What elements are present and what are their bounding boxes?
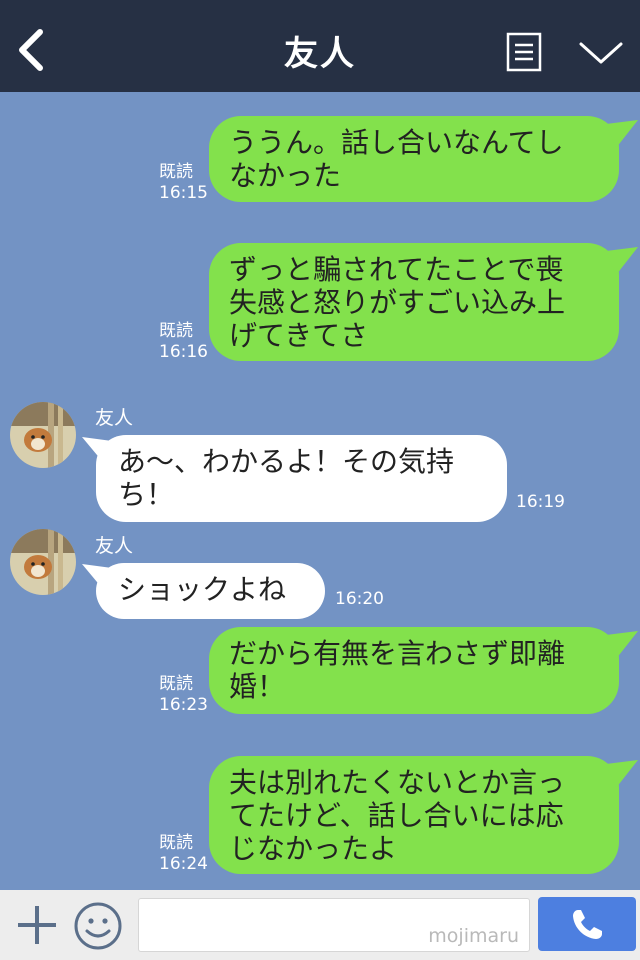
read-status: 既読 xyxy=(159,833,193,853)
read-status: 既読 xyxy=(159,674,193,694)
bubble-tail xyxy=(606,760,638,788)
bubble-tail xyxy=(606,120,638,148)
message-time: 16:19 xyxy=(516,492,565,512)
message-line: 婚！ xyxy=(229,670,286,703)
smiley-icon[interactable] xyxy=(73,901,123,951)
chat-title: 友人 xyxy=(284,34,356,74)
watermark: mojimaru xyxy=(428,925,519,947)
message-line: なかった xyxy=(229,159,342,192)
outgoing-message[interactable]: ううん。話し合いなんてし なかった xyxy=(209,116,619,202)
chat-header: 友人 xyxy=(0,0,640,92)
outgoing-message[interactable]: ずっと騙されてたことで喪 失感と怒りがすごい込み上 げてきてさ xyxy=(209,243,619,361)
sender-name: 友人 xyxy=(95,535,134,557)
incoming-message[interactable]: あ〜、わかるよ！その気持 ち！ xyxy=(96,435,507,522)
sender-name: 友人 xyxy=(95,407,134,429)
plus-icon[interactable] xyxy=(16,904,58,946)
read-receipt: 既読 16:23 xyxy=(159,674,208,716)
message-line: ショックよね xyxy=(118,573,287,606)
outgoing-message[interactable]: だから有無を言わさず即離 婚！ xyxy=(209,627,619,714)
read-receipt: 既読 16:24 xyxy=(159,833,208,875)
message-line: げてきてさ xyxy=(229,319,369,352)
message-time: 16:23 xyxy=(159,695,208,715)
message-line: 夫は別れたくないとか言っ xyxy=(229,766,566,799)
bubble-tail xyxy=(606,247,638,275)
message-time: 16:20 xyxy=(335,589,384,609)
avatar[interactable] xyxy=(10,529,76,595)
message-line: ち！ xyxy=(118,478,175,511)
bubble-tail xyxy=(606,631,638,659)
incoming-message[interactable]: ショックよね xyxy=(96,563,325,619)
message-time: 16:15 xyxy=(159,183,208,203)
phone-icon xyxy=(573,910,602,939)
chevron-down-icon[interactable] xyxy=(578,38,624,68)
read-status: 既読 xyxy=(159,321,193,341)
message-input[interactable]: mojimaru xyxy=(138,898,530,952)
message-line: あ〜、わかるよ！その気持 xyxy=(118,445,455,478)
message-line: ずっと騙されてたことで喪 xyxy=(229,253,564,286)
message-line: 失感と怒りがすごい込み上 xyxy=(229,286,566,319)
note-icon[interactable] xyxy=(506,32,542,72)
call-button[interactable] xyxy=(538,897,636,951)
message-list[interactable]: ううん。話し合いなんてし なかった 既読 16:15 ずっと騙されてたことで喪 … xyxy=(0,92,640,890)
message-line: てたけど、話し合いには応 xyxy=(229,799,564,832)
read-receipt: 既読 16:16 xyxy=(159,321,208,363)
message-time: 16:24 xyxy=(159,854,208,874)
outgoing-message[interactable]: 夫は別れたくないとか言っ てたけど、話し合いには応 じなかったよ xyxy=(209,756,619,874)
avatar[interactable] xyxy=(10,402,76,468)
message-line: ううん。話し合いなんてし xyxy=(229,126,564,159)
read-status: 既読 xyxy=(159,162,193,182)
message-time: 16:16 xyxy=(159,342,208,362)
read-receipt: 既読 16:15 xyxy=(159,162,208,204)
message-line: じなかったよ xyxy=(229,832,398,865)
message-line: だから有無を言わさず即離 xyxy=(229,637,566,670)
message-composer: mojimaru xyxy=(0,890,640,960)
